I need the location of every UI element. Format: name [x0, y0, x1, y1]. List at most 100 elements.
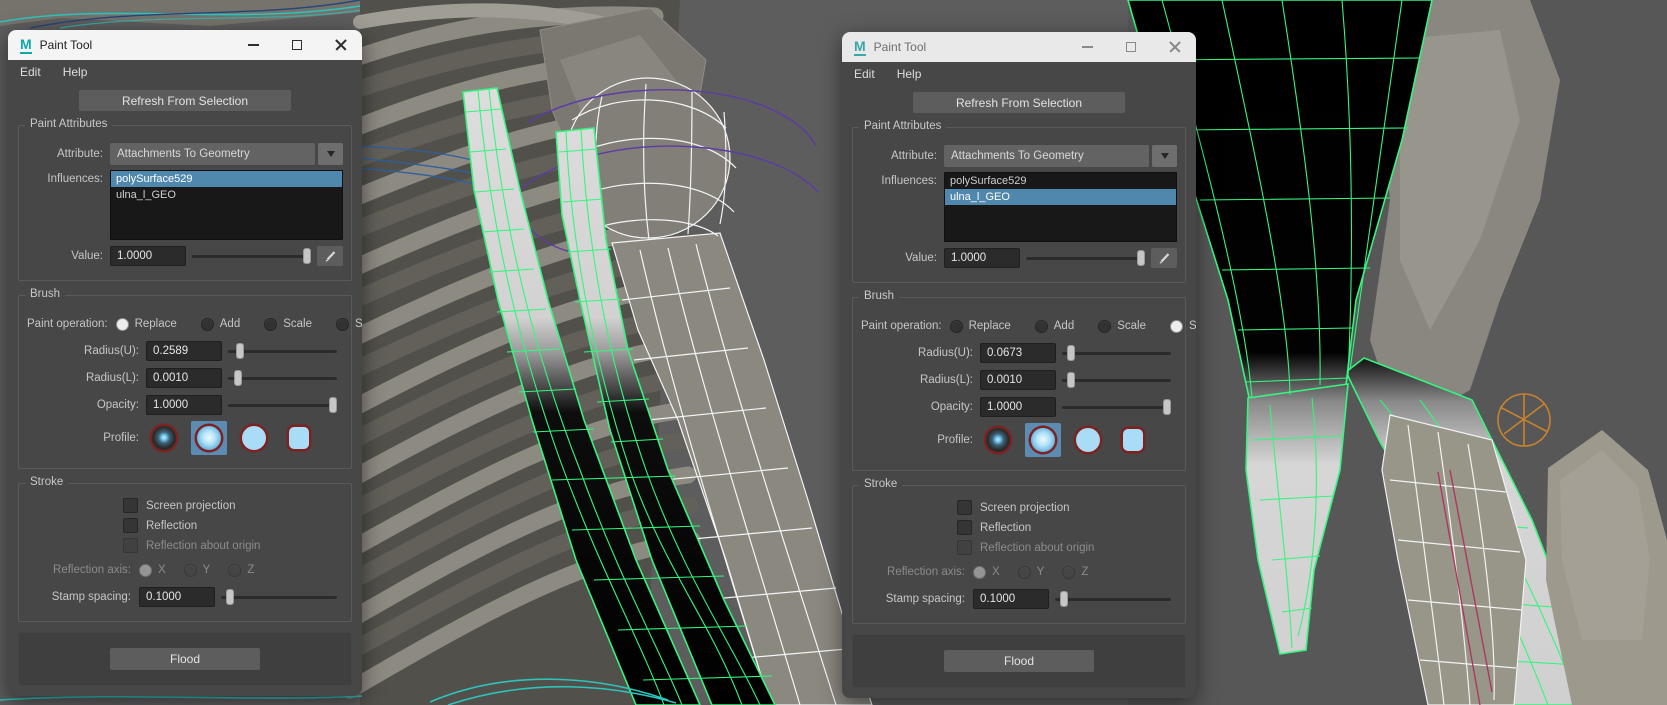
paint-operation-scale[interactable]: Scale [1098, 320, 1146, 333]
radio-label: Add [220, 318, 240, 330]
checkbox-icon[interactable] [957, 520, 972, 535]
opacity-slider[interactable] [1062, 398, 1171, 416]
paint-operation-smooth[interactable]: Smooth [1170, 320, 1196, 333]
attribute-dropdown[interactable]: Attachments To Geometry [110, 143, 315, 165]
opacity-input[interactable] [980, 397, 1056, 417]
window-controls [1080, 40, 1186, 54]
close-button[interactable] [1168, 40, 1182, 54]
radius-u-slider[interactable] [228, 342, 337, 360]
checkbox-screen-projection[interactable]: Screen projection [123, 498, 343, 513]
minimize-button[interactable] [246, 38, 260, 52]
maximize-button[interactable] [1124, 40, 1138, 54]
radio-label: Scale [283, 318, 312, 330]
stamp-spacing-slider[interactable] [221, 588, 337, 606]
radius-u-input[interactable] [980, 343, 1056, 363]
checkbox-icon[interactable] [957, 500, 972, 515]
flood-area: Flood [18, 632, 352, 686]
menu-edit[interactable]: Edit [854, 67, 875, 81]
flood-button[interactable]: Flood [944, 650, 1094, 672]
reflection-axis-x: X [139, 564, 166, 577]
paint-operation-smooth[interactable]: Smooth [336, 318, 362, 331]
profile-solid-button[interactable] [1070, 423, 1106, 457]
paint-operation-scale[interactable]: Scale [264, 318, 312, 331]
influence-item[interactable]: ulna_l_GEO [111, 187, 342, 203]
dropdown-arrow-button[interactable] [1152, 145, 1177, 167]
radius-l-input[interactable] [146, 368, 222, 388]
paint-operation-add[interactable]: Add [1035, 320, 1074, 333]
checkbox-icon[interactable] [123, 498, 138, 513]
influences-list[interactable]: polySurface529ulna_l_GEO [110, 170, 343, 240]
refresh-from-selection-button[interactable]: Refresh From Selection [79, 90, 291, 111]
paint-operation-replace[interactable]: Replace [950, 320, 1011, 333]
profile-gaussian-button[interactable] [980, 423, 1016, 457]
paint-operation-replace[interactable]: Replace [116, 318, 177, 331]
influences-list[interactable]: polySurface529ulna_l_GEO [944, 172, 1177, 242]
minimize-button[interactable] [1080, 40, 1094, 54]
attribute-dropdown[interactable]: Attachments To Geometry [944, 145, 1149, 167]
square-brush-icon [1123, 429, 1143, 451]
checkbox-label: Reflection about origin [980, 542, 1094, 554]
menu-help[interactable]: Help [897, 67, 922, 81]
value-slider[interactable] [192, 247, 311, 265]
radio-icon [1035, 320, 1048, 333]
radius-l-slider[interactable] [1062, 371, 1171, 389]
paint-operation-add[interactable]: Add [201, 318, 240, 331]
checkbox-icon[interactable] [123, 518, 138, 533]
dialog-body: Refresh From Selection Paint Attributes … [8, 84, 362, 696]
value-input[interactable] [110, 246, 186, 266]
value-input[interactable] [944, 248, 1020, 268]
reflection-axis-y: Y [1018, 566, 1045, 579]
titlebar[interactable]: M Paint Tool [8, 30, 362, 60]
stroke-checkboxes: Screen projectionReflectionReflection ab… [123, 498, 343, 553]
paint-attributes-group: Paint Attributes Attribute: Attachments … [18, 125, 352, 281]
opacity-input[interactable] [146, 395, 222, 415]
menu-help[interactable]: Help [63, 65, 88, 79]
checkbox-reflection[interactable]: Reflection [123, 518, 343, 533]
opacity-slider[interactable] [228, 396, 337, 414]
stamp-spacing-slider[interactable] [1055, 590, 1171, 608]
stamp-spacing-input[interactable] [139, 587, 215, 607]
profile-soft-button[interactable] [191, 421, 227, 455]
chevron-down-icon [327, 151, 335, 157]
close-icon [1169, 41, 1181, 53]
dropdown-arrow-button[interactable] [318, 143, 343, 165]
radius-u-input[interactable] [146, 341, 222, 361]
paint-tool-window: M Paint Tool Edit Help Refresh From Sele… [842, 32, 1196, 698]
attribute-value: Attachments To Geometry [117, 148, 250, 160]
profile-solid-button[interactable] [236, 421, 272, 455]
minimize-icon [248, 44, 259, 46]
profile-options [980, 423, 1151, 457]
solid-brush-icon [242, 426, 266, 450]
gaussian-brush-icon [152, 426, 176, 450]
menu-edit[interactable]: Edit [20, 65, 41, 79]
paint-operation-options: Replace Add Scale Smooth [950, 320, 1196, 333]
radius-l-input[interactable] [980, 370, 1056, 390]
stamp-spacing-label: Stamp spacing: [861, 593, 965, 605]
profile-square-button[interactable] [1115, 423, 1151, 457]
value-slider[interactable] [1026, 249, 1145, 267]
stamp-spacing-input[interactable] [973, 589, 1049, 609]
radio-icon [1170, 320, 1183, 333]
radio-label: Smooth [355, 318, 362, 330]
radius-u-slider[interactable] [1062, 344, 1171, 362]
checkbox-screen-projection[interactable]: Screen projection [957, 500, 1177, 515]
influence-item[interactable]: ulna_l_GEO [945, 189, 1176, 205]
checkbox-label: Screen projection [980, 502, 1070, 514]
profile-gaussian-button[interactable] [146, 421, 182, 455]
profile-square-button[interactable] [281, 421, 317, 455]
menubar: Edit Help [842, 62, 1196, 86]
pencil-tool-button[interactable] [1151, 248, 1177, 268]
radius-l-slider[interactable] [228, 369, 337, 387]
window-controls [246, 38, 352, 52]
titlebar[interactable]: M Paint Tool [842, 32, 1196, 62]
checkbox-reflection[interactable]: Reflection [957, 520, 1177, 535]
influence-item[interactable]: polySurface529 [111, 171, 342, 187]
refresh-from-selection-button[interactable]: Refresh From Selection [913, 92, 1125, 113]
influence-item[interactable]: polySurface529 [945, 173, 1176, 189]
maximize-button[interactable] [290, 38, 304, 52]
profile-soft-button[interactable] [1025, 423, 1061, 457]
flood-button[interactable]: Flood [110, 648, 260, 670]
pencil-tool-button[interactable] [317, 246, 343, 266]
stamp-spacing-label: Stamp spacing: [27, 591, 131, 603]
close-button[interactable] [334, 38, 348, 52]
